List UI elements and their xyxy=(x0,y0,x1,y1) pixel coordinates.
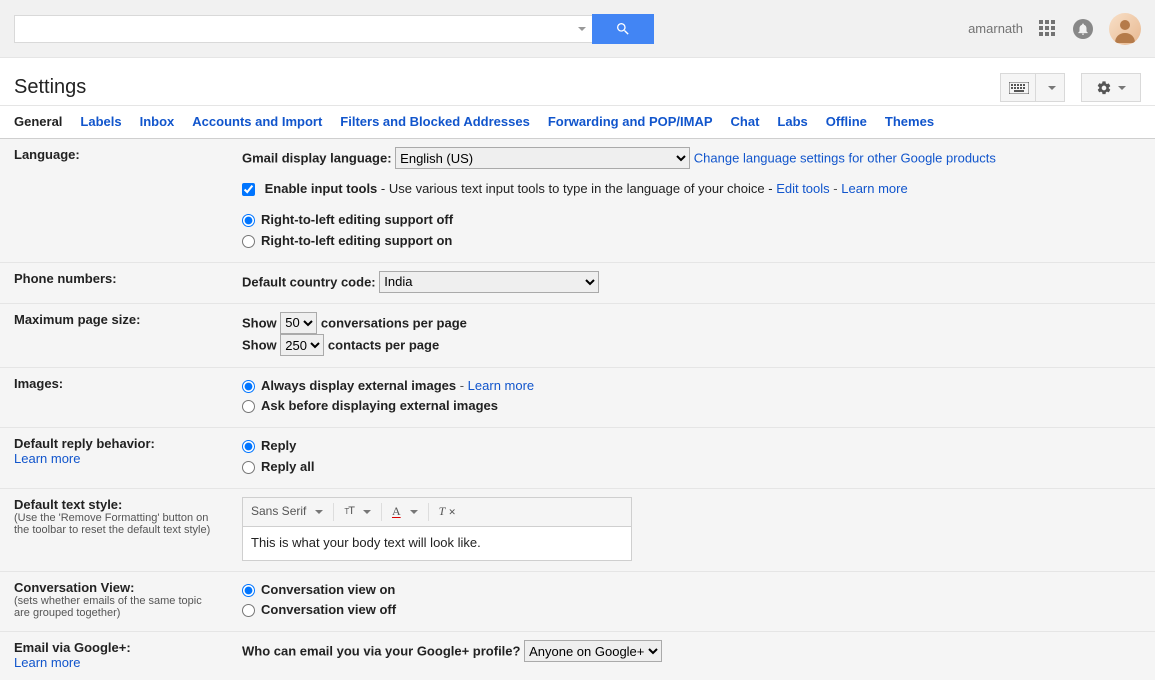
top-bar-right: amarnath xyxy=(968,13,1141,45)
rtl-off-label: Right-to-left editing support off xyxy=(261,212,453,227)
search-icon xyxy=(615,21,631,37)
gear-icon xyxy=(1096,80,1112,96)
settings-table: Language: Gmail display language: Englis… xyxy=(0,139,1155,680)
chevron-down-icon xyxy=(1118,86,1126,90)
remove-formatting-button[interactable]: T✕ xyxy=(439,502,456,521)
country-code-select[interactable]: India xyxy=(379,271,599,293)
tab-filters-and-blocked-addresses[interactable]: Filters and Blocked Addresses xyxy=(340,114,530,138)
tab-labels[interactable]: Labels xyxy=(80,114,121,138)
chevron-down-icon xyxy=(1048,86,1056,90)
row-conversation: Conversation View: (sets whether emails … xyxy=(0,571,1155,632)
reply-radio[interactable] xyxy=(242,440,255,453)
settings-gear-button[interactable] xyxy=(1081,73,1141,102)
images-always-radio[interactable] xyxy=(242,380,255,393)
tab-labs[interactable]: Labs xyxy=(777,114,807,138)
input-tools-button[interactable] xyxy=(1000,73,1065,102)
label-conversation: Conversation View: xyxy=(14,580,218,595)
google-plus-question: Who can email you via your Google+ profi… xyxy=(242,644,520,659)
text-style-note: (Use the 'Remove Formatting' button on t… xyxy=(14,512,218,536)
conversation-off-radio[interactable] xyxy=(242,604,255,617)
row-phone: Phone numbers: Default country code: Ind… xyxy=(0,262,1155,303)
rtl-off-radio[interactable] xyxy=(242,214,255,227)
label-google-plus: Email via Google+: xyxy=(14,640,218,655)
label-reply: Default reply behavior: xyxy=(14,436,218,451)
conversation-on-radio[interactable] xyxy=(242,584,255,597)
row-google-plus: Email via Google+: Learn more Who can em… xyxy=(0,632,1155,680)
keyboard-icon xyxy=(1009,82,1029,94)
label-language: Language: xyxy=(0,139,228,262)
search-button[interactable] xyxy=(592,14,654,44)
enable-input-tools-desc: - Use various text input tools to type i… xyxy=(377,181,776,196)
apps-icon[interactable] xyxy=(1039,20,1057,38)
default-country-label: Default country code: xyxy=(242,274,376,289)
enable-input-tools-checkbox[interactable] xyxy=(242,183,255,196)
row-reply: Default reply behavior: Learn more Reply… xyxy=(0,428,1155,489)
conversations-per-page-select[interactable]: 50 xyxy=(280,312,317,334)
reply-learn-more-link[interactable]: Learn more xyxy=(14,451,80,466)
top-bar: amarnath xyxy=(0,0,1155,58)
enable-input-tools-label: Enable input tools xyxy=(265,181,378,196)
text-color-select[interactable]: A xyxy=(392,502,418,521)
row-images: Images: Always display external images -… xyxy=(0,367,1155,428)
row-page-size: Maximum page size: Show 50 conversations… xyxy=(0,303,1155,367)
tab-forwarding-and-pop-imap[interactable]: Forwarding and POP/IMAP xyxy=(548,114,713,138)
tab-accounts-and-import[interactable]: Accounts and Import xyxy=(192,114,322,138)
search-options-caret-icon[interactable] xyxy=(578,27,586,31)
images-ask-radio[interactable] xyxy=(242,400,255,413)
tab-inbox[interactable]: Inbox xyxy=(140,114,175,138)
tab-general[interactable]: General xyxy=(14,114,62,138)
chevron-down-icon xyxy=(315,510,323,514)
notifications-icon[interactable] xyxy=(1073,19,1093,39)
user-name[interactable]: amarnath xyxy=(968,21,1023,36)
font-size-select[interactable]: TT xyxy=(344,503,371,521)
avatar[interactable] xyxy=(1109,13,1141,45)
tab-offline[interactable]: Offline xyxy=(826,114,867,138)
rtl-on-label: Right-to-left editing support on xyxy=(261,233,452,248)
font-family-select[interactable]: Sans Serif xyxy=(251,502,323,521)
row-language: Language: Gmail display language: Englis… xyxy=(0,139,1155,262)
chevron-down-icon xyxy=(363,510,371,514)
contacts-per-page-select[interactable]: 250 xyxy=(280,334,324,356)
text-style-toolbar: Sans Serif TT A T✕ xyxy=(242,497,632,527)
sub-bar: Settings xyxy=(0,58,1155,106)
search-input[interactable] xyxy=(14,15,592,43)
label-images: Images: xyxy=(0,367,228,428)
google-plus-select[interactable]: Anyone on Google+ xyxy=(524,640,662,662)
text-style-preview: This is what your body text will look li… xyxy=(242,527,632,561)
input-tools-learn-more-link[interactable]: Learn more xyxy=(841,181,907,196)
change-language-link[interactable]: Change language settings for other Googl… xyxy=(694,151,996,166)
settings-tabs: General Labels Inbox Accounts and Import Fil… xyxy=(0,106,1155,139)
edit-tools-link[interactable]: Edit tools xyxy=(776,181,829,196)
google-plus-learn-more-link[interactable]: Learn more xyxy=(14,655,80,670)
conversation-note: (sets whether emails of the same topic a… xyxy=(14,595,218,619)
search-wrap xyxy=(14,14,654,44)
row-text-style: Default text style: (Use the 'Remove For… xyxy=(0,488,1155,571)
tab-chat[interactable]: Chat xyxy=(731,114,760,138)
images-learn-more-link[interactable]: Learn more xyxy=(468,378,534,393)
chevron-down-icon xyxy=(410,510,418,514)
label-phone: Phone numbers: xyxy=(0,262,228,303)
page-title: Settings xyxy=(14,76,86,99)
display-language-label: Gmail display language: xyxy=(242,151,392,166)
label-text-style: Default text style: xyxy=(14,497,218,512)
label-page-size: Maximum page size: xyxy=(0,303,228,367)
tab-themes[interactable]: Themes xyxy=(885,114,934,138)
display-language-select[interactable]: English (US) xyxy=(395,147,690,169)
reply-all-radio[interactable] xyxy=(242,461,255,474)
rtl-on-radio[interactable] xyxy=(242,235,255,248)
